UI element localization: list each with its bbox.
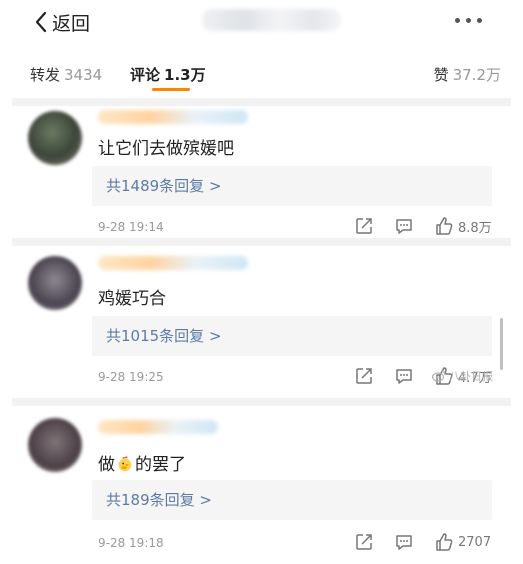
comment-text-after: 的罢了 [135,455,186,475]
watermark: 八卦日报 [432,368,493,384]
scrollbar[interactable] [500,318,503,370]
comments-panel: 返回 转发 3434 评论 1.3万 赞 37.2万 让它们去做殡媛吧 共1489条回… [12,0,511,564]
share-button[interactable] [354,214,374,238]
comment-time: 9-28 19:25 [98,370,164,384]
comment-text-before: 做 [98,455,115,475]
share-icon [356,218,372,234]
active-tab-indicator [152,88,190,91]
view-replies-link[interactable]: 共1489条回复 > [92,166,492,206]
comment-time: 9-28 19:18 [98,536,164,550]
like-button[interactable]: 2707 [434,530,491,554]
like-count: 2707 [458,534,492,550]
blurred-post-author [202,9,342,31]
comment-item: 做 的罢了 共189条回复 > 9-28 19:18 2707 [12,406,511,564]
reply-icon [396,219,412,234]
section-separator [12,98,511,106]
tab-comment-label: 评论 [130,66,161,84]
comment-text: 做 的罢了 [98,450,186,475]
tab-like[interactable]: 赞 37.2万 [434,64,501,85]
like-icon [436,533,453,551]
tab-like-label: 赞 [433,66,449,84]
reply-button[interactable] [394,364,414,388]
comment-item: 让它们去做殡媛吧 共1489条回复 > 9-28 19:14 8.8万 [12,106,511,246]
comment-actions: 2707 [348,530,498,554]
watermark-text: 八卦日报 [449,370,493,383]
tab-repost-label: 转发 [30,66,61,84]
more-dots-icon [452,17,485,23]
tab-bar: 转发 3434 评论 1.3万 赞 37.2万 [12,56,511,92]
tab-like-count: 37.2万 [452,66,501,84]
view-replies-link[interactable]: 共189条回复 > [92,480,492,520]
back-label: 返回 [52,12,91,35]
tab-repost[interactable]: 转发 3434 [30,64,102,85]
comment-time: 9-28 19:14 [98,220,164,234]
reply-icon [396,369,412,384]
blurred-username[interactable] [98,420,218,434]
avatar[interactable] [28,418,82,472]
tab-repost-count: 3434 [64,66,103,84]
like-count: 8.8万 [458,220,492,236]
like-button[interactable]: 8.8万 [434,214,492,238]
like-icon [436,217,453,235]
reply-button[interactable] [394,530,414,554]
share-button[interactable] [354,530,374,554]
watermark-logo-icon [432,370,446,382]
comment-divider [12,238,511,246]
comment-divider [12,398,511,406]
comment-actions: 8.8万 [348,214,498,238]
tab-comment[interactable]: 评论 1.3万 [130,64,206,85]
more-button[interactable] [452,8,492,32]
back-button[interactable]: 返回 [34,6,90,38]
view-replies-link[interactable]: 共1015条回复 > [92,316,492,356]
reply-button[interactable] [394,214,414,238]
share-button[interactable] [354,364,374,388]
comment-text: 鸡媛巧合 [98,289,166,309]
tab-comment-count: 1.3万 [164,66,206,84]
blurred-username[interactable] [98,256,248,270]
chick-emoji-icon [118,456,132,472]
reply-icon [396,535,412,550]
top-bar: 返回 [12,0,511,48]
avatar[interactable] [28,111,82,165]
avatar[interactable] [28,256,82,310]
back-chevron-icon [35,11,47,33]
blurred-username[interactable] [98,110,248,124]
share-icon [356,368,372,384]
comment-text: 让它们去做殡媛吧 [98,139,234,159]
share-icon [356,534,372,550]
